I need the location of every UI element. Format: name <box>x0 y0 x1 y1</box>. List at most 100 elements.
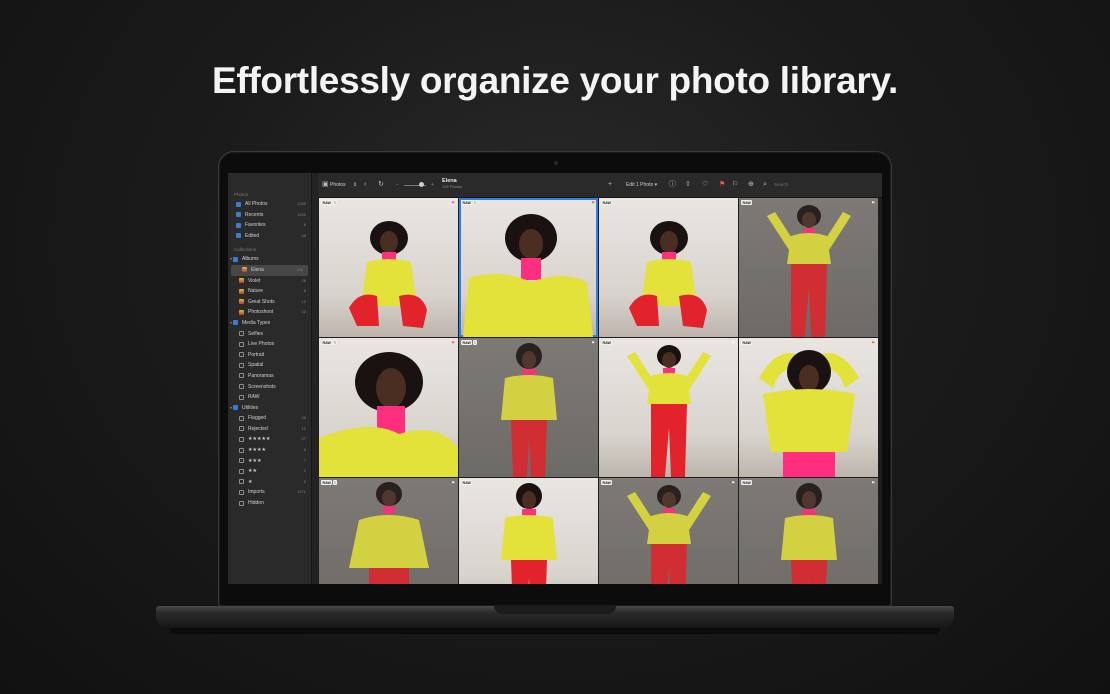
sidebar-item-all-photos[interactable]: All Photos 1250 <box>228 199 311 210</box>
sidebar-item-media-type[interactable]: Screenshots <box>228 382 311 393</box>
sidebar-item-label: Great Shots <box>248 298 275 305</box>
sidebar-item-album[interactable]: Violet 28 <box>228 276 311 287</box>
raw-badge: RAW <box>461 480 473 485</box>
sidebar-item-label: Photoshoot <box>248 309 274 316</box>
zoom-slider-knob[interactable] <box>419 182 424 187</box>
sidebar-item-utility[interactable]: Flagged 28 <box>228 413 311 424</box>
photo-thumbnail[interactable]: RAW ⚑ <box>739 338 878 477</box>
sidebar-item-label: All Photos <box>245 201 268 207</box>
link-icon: ⌇ <box>473 200 477 205</box>
favorite-icon[interactable]: ♡ <box>702 180 708 190</box>
photo-thumbnail[interactable]: RAW ⚑ <box>739 478 878 584</box>
sidebar-group-utilities[interactable]: ▾ Utilities <box>228 403 311 414</box>
sidebar-item-utility[interactable]: Rejected 12 <box>228 424 311 435</box>
share-icon[interactable]: ⇧ <box>685 180 691 190</box>
sidebar-item-utility[interactable]: ★★★ 7 <box>228 456 311 467</box>
photo-image <box>319 352 458 477</box>
sidebar-group-label: Albums <box>242 256 259 263</box>
photo-thumbnail[interactable]: RAW ⌇ ⚑ <box>319 338 458 477</box>
library-select[interactable]: ▣ Photos ⇕ <box>322 180 357 190</box>
sidebar-item-utility[interactable]: ★★ 2 <box>228 466 311 477</box>
flag-icon[interactable]: ⚑ <box>719 180 725 190</box>
app-window: Photos All Photos 1250 Recents 1250 Favorite… <box>228 173 882 584</box>
sidebar-item-utility[interactable]: Imports 1271 <box>228 487 311 498</box>
sidebar-item-utility[interactable]: Hidden <box>228 498 311 509</box>
photo-thumbnail[interactable]: RAW ⌇ ⚑ <box>459 198 598 337</box>
sidebar-item-label: Recents <box>245 211 264 218</box>
section-title-collections: Collections <box>234 247 257 253</box>
photos-icon <box>236 201 241 207</box>
photo-thumbnail[interactable]: RAW ⚑ <box>739 198 878 337</box>
photo-thumbnail[interactable]: RAW ⚑ <box>599 338 738 477</box>
star-icon <box>239 479 244 485</box>
sidebar-item-label: Elena <box>251 266 264 273</box>
photo-thumbnail[interactable]: RAW <box>599 198 738 337</box>
photo-image <box>627 345 711 477</box>
sidebar-item-label: Hidden <box>248 500 264 507</box>
sidebar-item-count: 1250 <box>297 211 306 217</box>
photo-thumbnail[interactable]: RAW ⚑ <box>599 478 738 584</box>
sidebar-item-album[interactable]: Nature 8 <box>228 286 311 297</box>
sidebar-item-media-type[interactable]: Spatial <box>228 360 311 371</box>
sidebar-group-media-types[interactable]: ▾ Media Types <box>228 318 311 329</box>
add-icon[interactable]: + <box>608 180 612 190</box>
sidebar-item-album[interactable]: Great Shots 12 <box>228 297 311 308</box>
sidebar-item-media-type[interactable]: Portrait <box>228 350 311 361</box>
sidebar-item-utility[interactable]: ★★★★ 8 <box>228 445 311 456</box>
sidebar-item-label: Screenshots <box>248 383 276 390</box>
sidebar-item-label: Panoramas <box>248 372 274 379</box>
photo-thumbnail[interactable]: RAW <box>459 478 598 584</box>
sidebar-item-utility[interactable]: ★ 5 <box>228 477 311 488</box>
sidebar-item-count: 7 <box>303 457 306 463</box>
sidebar-item-favorites[interactable]: Favorites 8 <box>228 220 311 231</box>
flag-outline-icon[interactable]: ⚐ <box>732 180 738 190</box>
sidebar-item-media-type[interactable]: Live Photos <box>228 339 311 350</box>
search-input[interactable]: Search <box>766 179 882 190</box>
sidebar-item-media-type[interactable]: Selfies <box>228 329 311 340</box>
sidebar-item-media-type[interactable]: RAW <box>228 392 311 403</box>
sidebar-item-album[interactable]: Photoshoot 22 <box>228 307 311 318</box>
sidebar-group-albums[interactable]: ▾ Albums <box>228 254 311 265</box>
photo-thumbnail[interactable]: RAW ⌇ ⚑ <box>459 338 598 477</box>
raw-badge: RAW <box>741 480 753 485</box>
sidebar-item-count: 128 <box>296 266 303 272</box>
chevron-down-icon: ▾ <box>230 256 233 262</box>
sidebar-item-count: 1271 <box>297 489 306 495</box>
camera <box>554 161 558 165</box>
sidebar-item-count: 48 <box>301 232 306 238</box>
sidebar-item-recents[interactable]: Recents 1250 <box>228 210 311 221</box>
hidden-icon <box>239 500 244 506</box>
photo-library-icon: ▣ <box>322 181 329 188</box>
sidebar-item-label: Selfies <box>248 330 264 337</box>
panorama-icon <box>239 373 244 379</box>
sidebar-item-album[interactable]: Elena 128 <box>231 264 308 276</box>
sidebar-item-label: Nature <box>248 288 264 295</box>
photo-thumbnail[interactable]: RAW ⌇ ⚑ <box>319 198 458 337</box>
flag-icon: ⚑ <box>871 480 875 485</box>
rotate-icon[interactable]: ↻ <box>378 180 384 190</box>
back-icon[interactable]: ‹ <box>364 180 366 190</box>
import-icon <box>239 489 244 495</box>
sidebar-item-utility[interactable]: ★★★★★ 37 <box>228 434 311 445</box>
utilities-icon <box>233 405 238 411</box>
chevron-down-icon: ▾ <box>230 404 233 410</box>
sidebar: Photos All Photos 1250 Recents 1250 Favorite… <box>228 173 312 584</box>
heart-icon <box>236 222 241 228</box>
sidebar-item-media-type[interactable]: Panoramas <box>228 371 311 382</box>
more-icon[interactable]: ⊕ <box>748 180 754 190</box>
album-thumbnail-icon <box>242 267 247 273</box>
sidebar-item-count: 8 <box>303 288 306 294</box>
info-icon[interactable]: ⓘ <box>669 180 676 190</box>
album-thumbnail-icon <box>239 288 244 294</box>
raw-badge: RAW <box>601 200 613 205</box>
raw-badge: RAW <box>461 200 473 205</box>
edit-menu-button[interactable]: Edit 1 Photo ▾ <box>626 180 657 190</box>
zoom-in-icon[interactable]: + <box>431 180 434 190</box>
photo-grid: RAW ⌇ ⚑ RAW ⌇ ⚑ RAW RAW ⚑ RAW ⌇ ⚑ RAW ⌇ ⚑ RAW ⚑ RAW ⚑ RAW ⌇ ⚑… <box>318 198 878 584</box>
photo-thumbnail[interactable]: RAW ⌇ ⚑ <box>319 478 458 584</box>
sidebar-item-edited[interactable]: Edited 48 <box>228 231 311 242</box>
sidebar-item-count: 37 <box>301 436 306 442</box>
photo-image <box>627 485 711 584</box>
zoom-out-icon[interactable]: − <box>396 180 399 190</box>
raw-badge: RAW <box>601 480 613 485</box>
